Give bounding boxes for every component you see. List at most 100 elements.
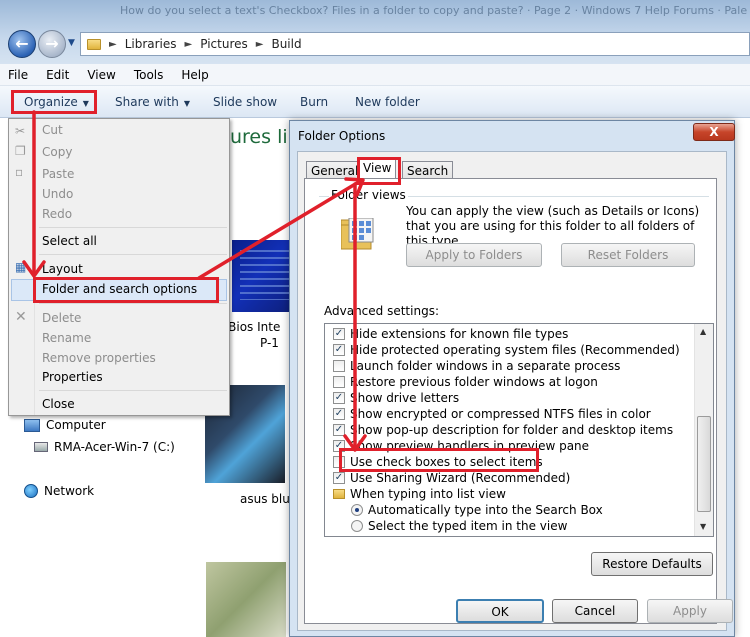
scrollbar-thumb[interactable] <box>697 416 711 512</box>
apply-button[interactable]: Apply <box>647 599 733 623</box>
close-icon: X <box>709 125 719 139</box>
checkbox[interactable]: ✓ <box>333 392 345 404</box>
history-dropdown-icon[interactable]: ▼ <box>68 38 75 48</box>
menu-cut[interactable]: Cut <box>42 123 63 137</box>
option-label: Restore previous folder windows at logon <box>350 375 598 389</box>
option-show-drive-letters[interactable]: ✓ Show drive letters <box>333 390 459 406</box>
advanced-settings-list[interactable]: ✓ Hide extensions for known file types ✓ H… <box>324 323 714 537</box>
thumbnail-ssd[interactable] <box>206 562 286 637</box>
option-label: Hide protected operating system files (R… <box>350 343 680 357</box>
menu-select-all[interactable]: Select all <box>42 234 97 248</box>
option-encrypted-color[interactable]: ✓ Show encrypted or compressed NTFS files… <box>333 406 651 422</box>
option-label: Show pop-up description for folder and d… <box>350 423 674 437</box>
checkbox[interactable] <box>333 360 345 372</box>
scroll-down-icon[interactable]: ▼ <box>700 522 706 531</box>
share-with-button[interactable]: Share with ▼ <box>115 95 190 109</box>
checkbox[interactable]: ✓ <box>333 424 345 436</box>
option-label: Hide extensions for known file types <box>350 327 569 341</box>
breadcrumb-separator-icon[interactable]: ► <box>185 39 193 50</box>
radio-button[interactable] <box>351 504 363 516</box>
tab-search[interactable]: Search <box>402 161 454 181</box>
address-bar[interactable]: ► Libraries ► Pictures ► Build <box>80 32 750 56</box>
menu-copy[interactable]: Copy <box>42 145 72 159</box>
new-folder-button[interactable]: New folder <box>355 95 420 109</box>
back-arrow-icon: ← <box>15 34 29 53</box>
menu-rename[interactable]: Rename <box>42 331 91 345</box>
option-hide-extensions[interactable]: ✓ Hide extensions for known file types <box>333 326 568 342</box>
menu-undo[interactable]: Undo <box>42 187 73 201</box>
burn-button[interactable]: Burn <box>300 95 328 109</box>
menu-separator <box>39 254 227 255</box>
option-label: Select the typed item in the view <box>368 519 568 533</box>
option-label: Launch folder windows in a separate proc… <box>350 359 621 373</box>
menu-remove-properties[interactable]: Remove properties <box>42 351 156 365</box>
window-title: How do you select a text's Checkbox? Fil… <box>120 4 750 17</box>
menu-paste[interactable]: Paste <box>42 167 74 181</box>
nav-drive-label: RMA-Acer-Win-7 (C:) <box>54 440 175 454</box>
nav-network-label: Network <box>44 484 95 498</box>
slide-show-button[interactable]: Slide show <box>213 95 277 109</box>
option-separate-process[interactable]: Launch folder windows in a separate proc… <box>333 358 620 374</box>
paste-icon: ▫ <box>15 165 24 179</box>
menu-edit[interactable]: Edit <box>46 68 69 82</box>
menu-properties[interactable]: Properties <box>42 370 103 384</box>
drive-icon <box>34 442 48 452</box>
dialog-title: Folder Options <box>298 129 386 143</box>
breadcrumb-separator-icon[interactable]: ► <box>109 39 117 50</box>
dropdown-arrow-icon: ▼ <box>183 99 191 108</box>
scissors-icon: ✂ <box>15 124 26 138</box>
checkbox[interactable]: ✓ <box>333 408 345 420</box>
scroll-up-icon[interactable]: ▲ <box>700 327 706 336</box>
radio-button[interactable] <box>351 520 363 532</box>
menu-delete[interactable]: Delete <box>42 311 81 325</box>
option-type-search-box[interactable]: Automatically type into the Search Box <box>351 502 603 518</box>
forward-button[interactable]: → <box>38 30 66 58</box>
thumbnail-label: P-1 <box>260 336 279 350</box>
option-sharing-wizard[interactable]: ✓ Use Sharing Wizard (Recommended) <box>333 470 570 486</box>
menu-view[interactable]: View <box>87 68 115 82</box>
menu-separator <box>39 303 227 304</box>
computer-icon <box>24 418 40 432</box>
nav-drive-c[interactable]: RMA-Acer-Win-7 (C:) <box>34 440 175 454</box>
reset-folders-button[interactable]: Reset Folders <box>561 243 695 267</box>
option-hide-protected[interactable]: ✓ Hide protected operating system files (… <box>333 342 680 358</box>
delete-icon: ✕ <box>15 309 27 325</box>
menu-close[interactable]: Close <box>42 397 75 411</box>
checkbox[interactable] <box>333 376 345 388</box>
list-scrollbar[interactable]: ▲ ▼ <box>694 324 713 536</box>
checkbox[interactable]: ✓ <box>333 344 345 356</box>
breadcrumb-build[interactable]: Build <box>271 37 301 51</box>
breadcrumb-libraries[interactable]: Libraries <box>125 37 177 51</box>
layout-icon: ▦ <box>15 260 27 274</box>
restore-defaults-button[interactable]: Restore Defaults <box>591 552 713 576</box>
menu-layout[interactable]: Layout <box>42 262 83 276</box>
ok-button[interactable]: OK <box>456 599 544 623</box>
nav-computer[interactable]: Computer <box>24 418 106 432</box>
cancel-button[interactable]: Cancel <box>552 599 638 623</box>
checkbox[interactable]: ✓ <box>333 328 345 340</box>
checkbox[interactable]: ✓ <box>333 472 345 484</box>
menu-help[interactable]: Help <box>181 68 208 82</box>
folder-icon <box>333 489 345 499</box>
menu-separator <box>39 227 227 228</box>
option-popup-description[interactable]: ✓ Show pop-up description for folder and … <box>333 422 673 438</box>
copy-icon: ❐ <box>15 144 26 158</box>
option-label: Automatically type into the Search Box <box>368 503 603 517</box>
nav-computer-label: Computer <box>46 418 106 432</box>
option-restore-windows[interactable]: Restore previous folder windows at logon <box>333 374 598 390</box>
option-group-typing: When typing into list view <box>333 486 506 502</box>
apply-to-folders-button[interactable]: Apply to Folders <box>406 243 542 267</box>
breadcrumb-pictures[interactable]: Pictures <box>200 37 248 51</box>
tab-general[interactable]: General <box>306 161 364 181</box>
back-button[interactable]: ← <box>8 30 36 58</box>
option-select-typed-item[interactable]: Select the typed item in the view <box>351 518 567 534</box>
nav-network[interactable]: Network <box>24 484 94 498</box>
option-label: Show drive letters <box>350 391 460 405</box>
breadcrumb-separator-icon[interactable]: ► <box>256 39 264 50</box>
command-bar: Organize ▼ Share with ▼ Slide show Burn Ne… <box>0 86 750 118</box>
forward-arrow-icon: → <box>45 34 59 53</box>
dialog-close-button[interactable]: X <box>693 123 735 141</box>
menu-tools[interactable]: Tools <box>134 68 164 82</box>
menu-file[interactable]: File <box>8 68 28 82</box>
menu-redo[interactable]: Redo <box>42 207 72 221</box>
